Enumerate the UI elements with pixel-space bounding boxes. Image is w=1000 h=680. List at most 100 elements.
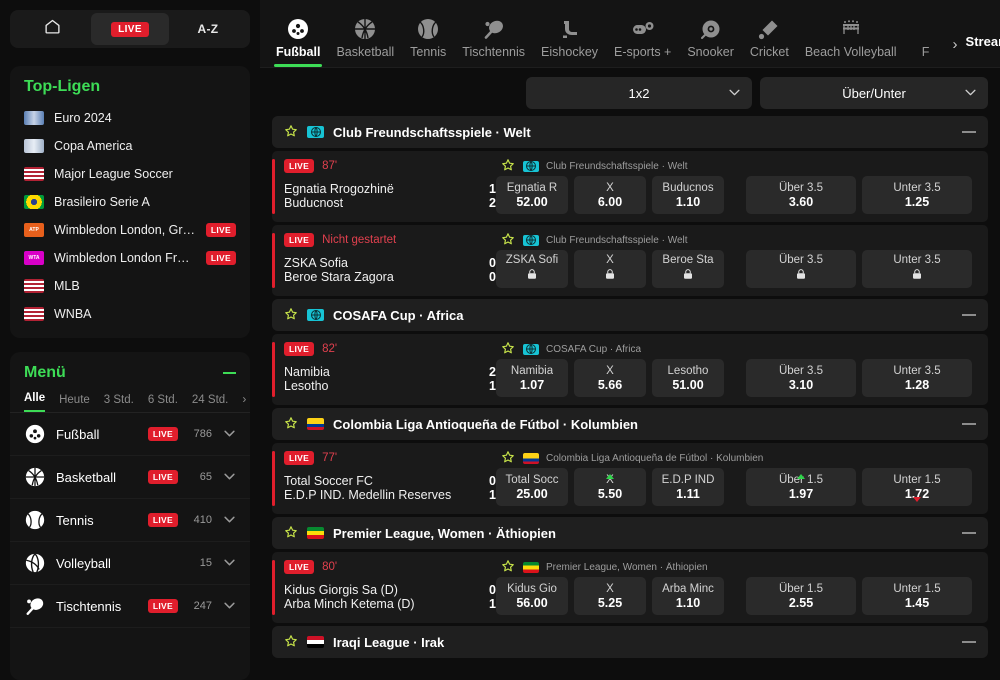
collapse-section-button[interactable]	[962, 423, 976, 425]
sport-tab-tischtennis[interactable]: Tischtennis	[454, 10, 533, 67]
star-icon[interactable]	[284, 307, 298, 323]
sidebar-league-item[interactable]: Copa America	[10, 132, 250, 160]
sidebar-sport-item[interactable]: Fußball LIVE 786	[10, 413, 250, 456]
odd-cell[interactable]: Über 1.5 1.97	[746, 468, 856, 506]
sidebar-league-item[interactable]: Brasileiro Serie A	[10, 188, 250, 216]
league-header[interactable]: Colombia Liga Antioqueña de Fútbol · Kol…	[272, 408, 988, 440]
live-badge: LIVE	[111, 21, 149, 37]
sidebar-league-item[interactable]: WNBA	[10, 300, 250, 328]
menu-collapse-icon[interactable]	[223, 372, 236, 374]
chevron-down-icon[interactable]	[222, 557, 236, 569]
sidebar-league-item[interactable]: MLB	[10, 272, 250, 300]
collapse-section-button[interactable]	[962, 314, 976, 316]
odd-cell[interactable]: Über 1.5 2.55	[746, 577, 856, 615]
match-body: Namibia 2 Lesotho 1 Namibia 1.07 X 5.66 Lesotho 5…	[284, 359, 978, 397]
team-home-name: ZSKA Sofia	[284, 256, 348, 270]
beachvolley-icon	[838, 16, 864, 42]
sidebar-league-item[interactable]: Euro 2024	[10, 104, 250, 132]
collapse-section-button[interactable]	[962, 532, 976, 534]
star-icon[interactable]	[501, 341, 515, 358]
sport-tab-beach-volleyball[interactable]: Beach Volleyball	[797, 10, 905, 67]
time-filter-next-icon[interactable]: ›	[242, 392, 246, 412]
team-away-score: 1	[489, 488, 496, 502]
odd-cell[interactable]: Buducnos 1.10	[652, 176, 724, 214]
star-icon[interactable]	[501, 450, 515, 467]
star-icon[interactable]	[501, 158, 515, 175]
odd-cell[interactable]: X 5.66	[574, 359, 646, 397]
chevron-down-icon[interactable]	[222, 428, 236, 440]
chevron-down-icon[interactable]	[222, 471, 236, 483]
odd-cell[interactable]: E.D.P IND 1.11	[652, 468, 724, 506]
odd-cell[interactable]: X 6.00	[574, 176, 646, 214]
odd-cell[interactable]: Unter 3.5 1.28	[862, 359, 972, 397]
team-away-name: Buducnost	[284, 196, 344, 210]
nav-live-button[interactable]: LIVE	[91, 13, 169, 45]
market-selector-overunder[interactable]: Über/Unter	[760, 77, 988, 109]
sport-tab-f[interactable]: F	[905, 10, 947, 67]
flag-icon-iq	[307, 636, 324, 648]
menu-header: Menü	[10, 352, 250, 388]
star-icon[interactable]	[501, 559, 515, 576]
league-header[interactable]: Club Freundschaftsspiele · Welt	[272, 116, 988, 148]
sidebar-sport-item[interactable]: Volleyball 15	[10, 542, 250, 585]
odd-cell[interactable]: Arba Minc 1.10	[652, 577, 724, 615]
match-row[interactable]: LIVE 77' Colombia Liga Antioqueña de Fútbo…	[272, 443, 988, 514]
odd-cell[interactable]: X 5.25	[574, 577, 646, 615]
odd-value: 1.28	[904, 377, 930, 392]
odd-cell[interactable]: Egnatia R 52.00	[496, 176, 568, 214]
match-row[interactable]: LIVE Nicht gestartet Club Freundschaftsspi…	[272, 225, 988, 296]
streaming-toggle-group: Streaming	[966, 31, 1000, 67]
time-filter-tab[interactable]: Heute	[59, 394, 90, 412]
star-icon[interactable]	[284, 634, 298, 650]
odd-cell[interactable]: Über 3.5 3.10	[746, 359, 856, 397]
odd-cell[interactable]: Kidus Gio 56.00	[496, 577, 568, 615]
match-row[interactable]: LIVE 87' Club Freundschaftsspiele · Welt Eg…	[272, 151, 988, 222]
sidebar-league-item[interactable]: WTA Wimbledon London Fraue... LIVE	[10, 244, 250, 272]
odd-cell[interactable]: Unter 3.5 1.25	[862, 176, 972, 214]
sport-tab-eishockey[interactable]: Eishockey	[533, 10, 606, 67]
nav-home-button[interactable]	[13, 13, 91, 45]
sport-tabs-next-icon[interactable]: ›	[947, 36, 966, 67]
time-filter-tab[interactable]: 24 Std.	[192, 394, 228, 412]
odd-cell[interactable]: Lesotho 51.00	[652, 359, 724, 397]
star-icon[interactable]	[284, 416, 298, 432]
flag-icon-world	[523, 234, 539, 246]
sport-tab-e-sports[interactable]: E-sports +	[606, 10, 679, 67]
collapse-section-button[interactable]	[962, 131, 976, 133]
sport-tab-cricket[interactable]: Cricket	[742, 10, 797, 67]
chevron-down-icon[interactable]	[222, 514, 236, 526]
match-row[interactable]: LIVE 80' Premier League, Women · Äthiopien…	[272, 552, 988, 623]
odd-value: 1.45	[904, 595, 930, 610]
sidebar-league-item[interactable]: Major League Soccer	[10, 160, 250, 188]
time-filter-tab[interactable]: Alle	[24, 392, 46, 412]
sport-tab-label: F	[921, 45, 930, 59]
odd-cell-locked: X	[574, 250, 646, 288]
odd-cell[interactable]: Namibia 1.07	[496, 359, 568, 397]
time-filter-tab[interactable]: 6 Std.	[148, 394, 178, 412]
sidebar-sport-item[interactable]: Tennis LIVE 410	[10, 499, 250, 542]
collapse-section-button[interactable]	[962, 641, 976, 643]
sport-tab-tennis[interactable]: Tennis	[402, 10, 454, 67]
market-selector-1x2[interactable]: 1x2	[526, 77, 752, 109]
odd-cell[interactable]: X 5.50	[574, 468, 646, 506]
league-header[interactable]: Premier League, Women · Äthiopien	[272, 517, 988, 549]
odd-cell[interactable]: Unter 1.5 1.72	[862, 468, 972, 506]
odd-cell[interactable]: Total Socc 25.00	[496, 468, 568, 506]
match-row[interactable]: LIVE 82' COSAFA Cup · Africa Namibia 2 Lesoth…	[272, 334, 988, 405]
odd-cell[interactable]: Über 3.5 3.60	[746, 176, 856, 214]
nav-az-button[interactable]: A-Z	[169, 13, 247, 45]
sport-tab-basketball[interactable]: Basketball	[328, 10, 402, 67]
league-header[interactable]: Iraqi League · Irak	[272, 626, 988, 658]
time-filter-tab[interactable]: 3 Std.	[104, 394, 134, 412]
star-icon[interactable]	[284, 124, 298, 140]
star-icon[interactable]	[501, 232, 515, 249]
sidebar-sport-item[interactable]: Tischtennis LIVE 247	[10, 585, 250, 628]
chevron-down-icon[interactable]	[222, 600, 236, 612]
sport-tab-snooker[interactable]: Snooker	[679, 10, 742, 67]
sidebar-sport-item[interactable]: Basketball LIVE 65	[10, 456, 250, 499]
odd-cell[interactable]: Unter 1.5 1.45	[862, 577, 972, 615]
sidebar-league-item[interactable]: ATP Wimbledon London, Gros... LIVE	[10, 216, 250, 244]
league-header[interactable]: COSAFA Cup · Africa	[272, 299, 988, 331]
sport-tab-fu-ball[interactable]: Fußball	[268, 10, 328, 67]
star-icon[interactable]	[284, 525, 298, 541]
